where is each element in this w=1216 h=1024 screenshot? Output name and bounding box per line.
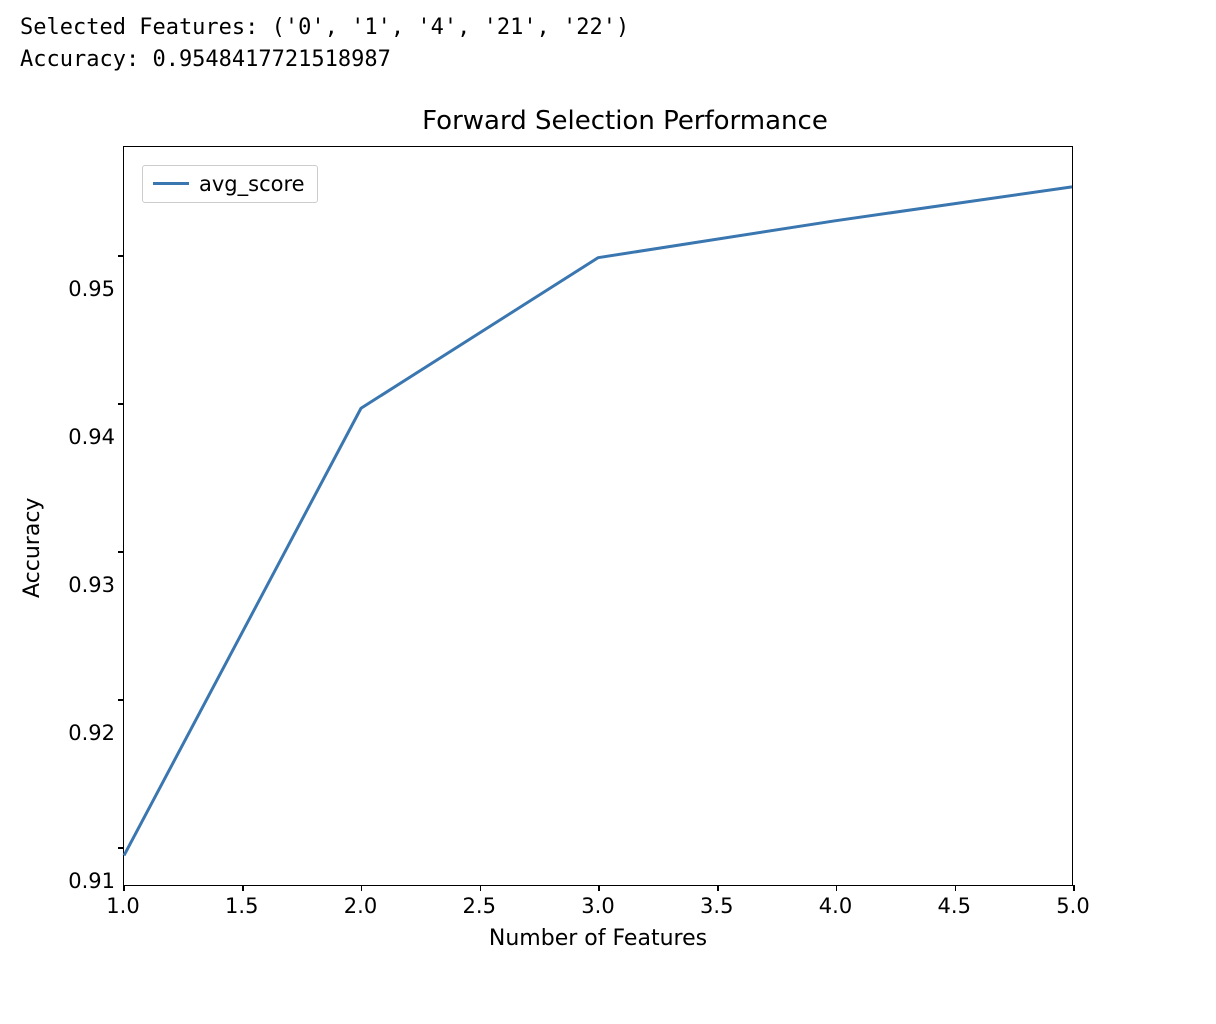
x-axis-ticks: 1.01.52.02.53.03.54.04.55.0 [123, 886, 1073, 916]
y-tick-mark [118, 699, 124, 701]
plot-area: avg_score [123, 146, 1073, 886]
chart-container: Forward Selection Performance Accuracy 0… [20, 106, 1120, 951]
y-tick-mark [118, 255, 124, 257]
x-tick-mark [1073, 885, 1075, 891]
chart-title: Forward Selection Performance [130, 106, 1120, 136]
y-tick-label: 0.93 [68, 573, 123, 597]
x-tick-label: 4.0 [819, 894, 852, 918]
x-tick-label: 5.0 [1056, 894, 1089, 918]
y-axis-label: Accuracy [20, 178, 45, 918]
x-axis-label: Number of Features [123, 926, 1073, 951]
y-tick-label: 0.95 [68, 277, 123, 301]
x-tick-label: 3.0 [581, 894, 614, 918]
x-tick-label: 1.5 [225, 894, 258, 918]
line-plot-svg [124, 147, 1072, 885]
y-tick-mark [118, 551, 124, 553]
console-line-1: Selected Features: ('0', '1', '4', '21',… [20, 15, 629, 40]
y-tick-label: 0.94 [68, 425, 123, 449]
x-tick-label: 2.5 [463, 894, 496, 918]
y-tick-label: 0.91 [68, 869, 123, 893]
y-tick-mark [118, 403, 124, 405]
y-tick-mark [118, 847, 124, 849]
y-axis-ticks: 0.91 0.92 0.93 0.94 0.95 [53, 178, 123, 918]
y-tick-label: 0.92 [68, 721, 123, 745]
x-tick-label: 1.0 [106, 894, 139, 918]
data-line [124, 187, 1072, 856]
x-tick-label: 4.5 [938, 894, 971, 918]
console-line-2: Accuracy: 0.9548417721518987 [20, 47, 391, 72]
x-tick-label: 3.5 [700, 894, 733, 918]
x-tick-label: 2.0 [344, 894, 377, 918]
console-output: Selected Features: ('0', '1', '4', '21',… [20, 12, 1196, 76]
